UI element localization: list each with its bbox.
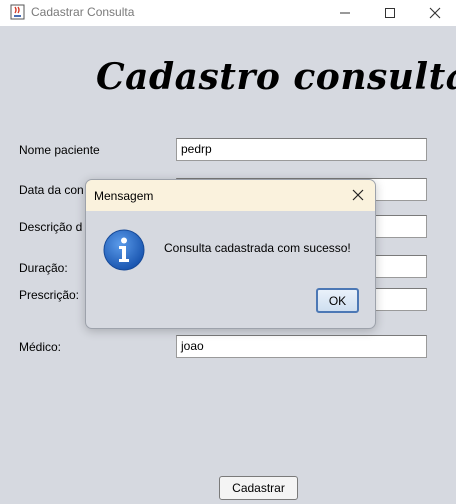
nome-paciente-field[interactable]: pedrp	[176, 138, 427, 161]
java-cup-icon	[9, 4, 26, 20]
nome-paciente-label: Nome paciente	[19, 143, 100, 157]
message-dialog: Mensagem Consulta cadastrada com sucesso…	[85, 179, 376, 329]
main-window: Cadastrar Consulta Cadastro consulta Nom…	[0, 0, 456, 504]
form-heading: Cadastro consulta	[96, 56, 456, 98]
data-consulta-label: Data da con	[19, 183, 84, 197]
minimize-icon	[340, 12, 350, 14]
window-title: Cadastrar Consulta	[31, 5, 135, 19]
close-icon	[429, 7, 441, 19]
close-icon	[352, 189, 364, 201]
dialog-title: Mensagem	[94, 189, 154, 203]
medico-label: Médico:	[19, 340, 62, 354]
dialog-titlebar[interactable]: Mensagem	[86, 180, 375, 211]
descricao-label: Descrição d	[19, 220, 83, 234]
close-button[interactable]	[413, 0, 456, 26]
information-icon	[102, 228, 146, 272]
minimize-button[interactable]	[323, 0, 367, 26]
ok-button[interactable]: OK	[316, 288, 359, 313]
maximize-button[interactable]	[368, 0, 412, 26]
medico-field[interactable]: joao	[176, 335, 427, 358]
cadastrar-button[interactable]: Cadastrar	[219, 476, 298, 500]
maximize-icon	[385, 8, 395, 18]
dialog-close-button[interactable]	[345, 183, 371, 207]
dialog-message: Consulta cadastrada com sucesso!	[164, 241, 351, 255]
prescricao-label: Prescrição:	[19, 288, 80, 302]
duracao-label: Duração:	[19, 261, 68, 275]
window-titlebar[interactable]: Cadastrar Consulta	[0, 0, 456, 26]
